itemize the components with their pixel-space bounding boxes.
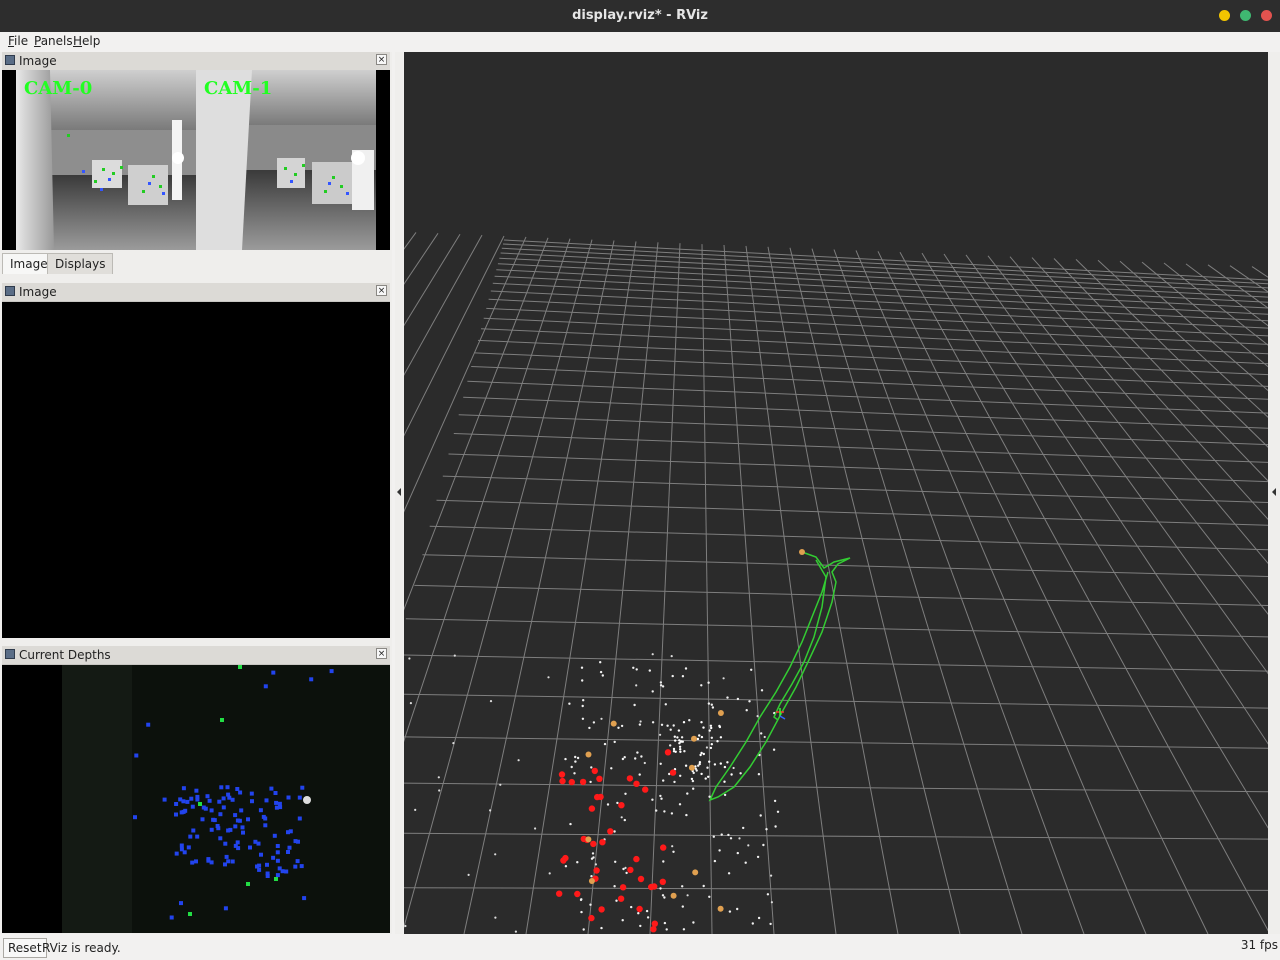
collapse-left-icon[interactable] [395, 52, 403, 934]
dock-splitter[interactable] [395, 52, 403, 934]
status-bar: Reset RViz is ready. 31 fps [0, 934, 1280, 960]
panel-title: Image [19, 54, 57, 68]
panel-title: Current Depths [19, 648, 111, 662]
reset-button[interactable]: Reset [3, 938, 47, 958]
3d-render-view[interactable] [404, 52, 1268, 934]
close-window-button[interactable] [1261, 10, 1272, 21]
fps-readout: 31 fps [1240, 938, 1278, 952]
menu-file[interactable]: File [8, 34, 28, 48]
panel-icon [5, 286, 15, 296]
window-title: display.rviz* - RViz [572, 8, 708, 23]
close-icon[interactable]: × [376, 648, 387, 659]
3d-scene-svg[interactable] [404, 52, 1268, 934]
stereo-camera-image: CAM-0 CAM-1 [2, 70, 390, 250]
image-panel-header[interactable]: Image × [2, 52, 390, 71]
menu-panels[interactable]: Panels [34, 34, 73, 48]
minimize-button[interactable] [1219, 10, 1230, 21]
right-dock-splitter[interactable] [1268, 52, 1280, 934]
depths-view [2, 665, 390, 933]
panel-icon [5, 55, 15, 65]
close-icon[interactable]: × [376, 54, 387, 65]
close-icon[interactable]: × [376, 285, 387, 296]
dock-tabs: Image Displays [2, 252, 390, 274]
panel-title: Image [19, 285, 57, 299]
maximize-button[interactable] [1240, 10, 1251, 21]
stereo-camera-svg: CAM-0 CAM-1 [16, 70, 376, 250]
status-message: RViz is ready. [42, 941, 121, 955]
collapse-right-icon[interactable] [1268, 52, 1280, 934]
cam1-label: CAM-1 [204, 78, 272, 99]
image-panel-2-header[interactable]: Image × [2, 283, 390, 302]
panel-icon [5, 649, 15, 659]
menu-help[interactable]: Help [73, 34, 100, 48]
trajectory-start-marker [799, 549, 805, 555]
cam0-label: CAM-0 [24, 78, 92, 99]
depths-panel-header[interactable]: Current Depths × [2, 646, 390, 665]
tab-displays[interactable]: Displays [47, 253, 114, 274]
image-panel-2-view [2, 302, 390, 638]
depths-svg [2, 665, 390, 933]
menu-bar: File Panels Help [0, 32, 1280, 52]
window-titlebar: display.rviz* - RViz [0, 0, 1280, 32]
